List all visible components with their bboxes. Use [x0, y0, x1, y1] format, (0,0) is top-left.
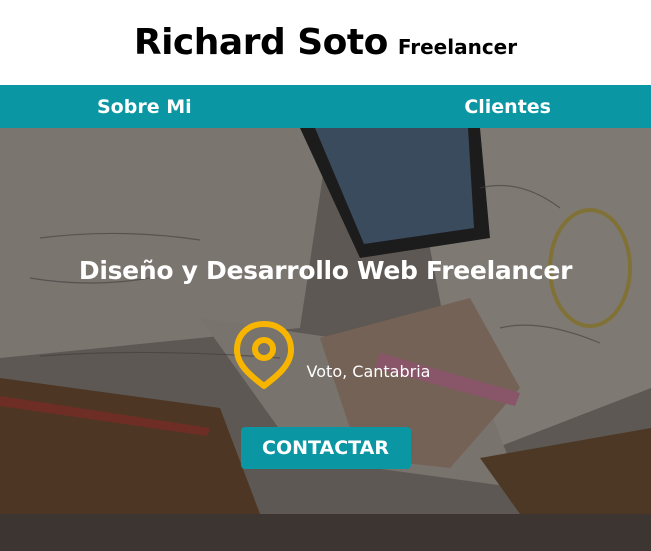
hero-section: Diseño y Desarrollo Web Freelancer Voto,…: [0, 128, 651, 514]
main-nav: Sobre Mi Clientes: [0, 85, 651, 128]
brand-name: Richard Soto: [133, 22, 388, 63]
contact-button[interactable]: CONTACTAR: [240, 427, 411, 469]
footer-strip: [0, 514, 651, 551]
brand: Richard Soto Freelancer: [134, 22, 517, 63]
brand-role: Freelancer: [397, 35, 518, 59]
location: Voto, Cantabria: [231, 319, 431, 391]
hero-title: Diseño y Desarrollo Web Freelancer: [78, 256, 573, 285]
location-text: Voto, Cantabria: [306, 362, 431, 381]
site-header: Richard Soto Freelancer: [0, 0, 651, 85]
nav-link-sobre-mi[interactable]: Sobre Mi: [97, 96, 192, 118]
map-pin-icon: [233, 321, 294, 389]
hero-content: Diseño y Desarrollo Web Freelancer Voto,…: [0, 128, 651, 514]
nav-link-clientes[interactable]: Clientes: [464, 96, 551, 118]
